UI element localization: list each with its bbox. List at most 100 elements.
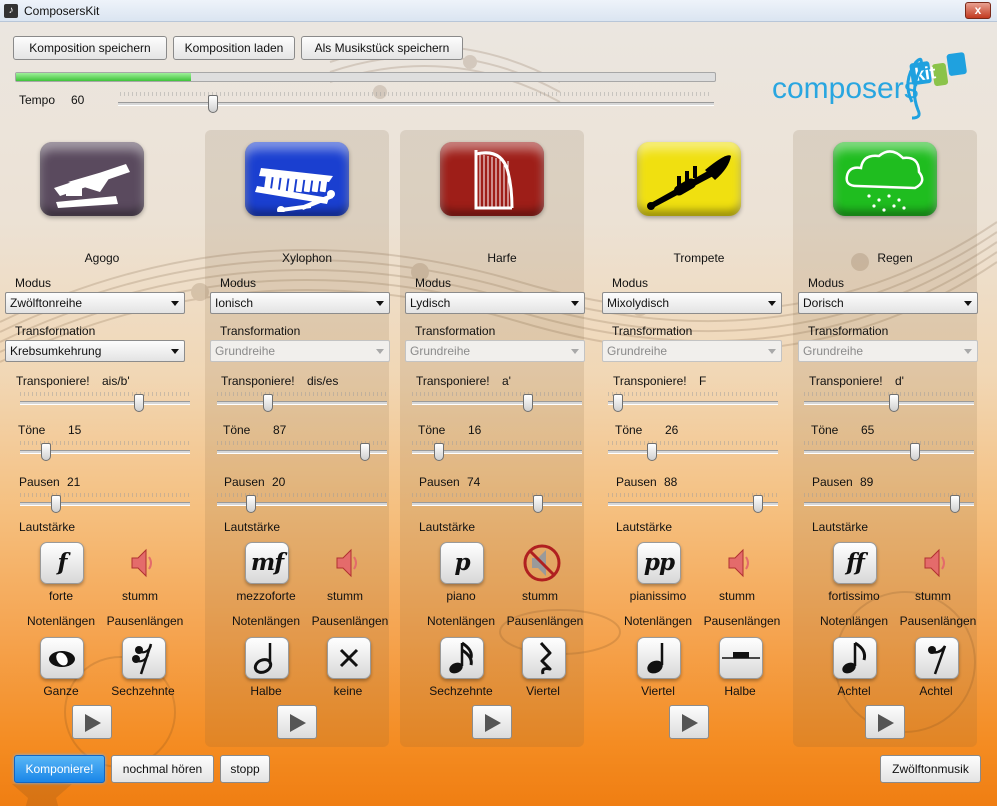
transpose-value: d' xyxy=(895,374,904,388)
tones-slider-thumb[interactable] xyxy=(40,443,51,461)
dynamic-button[interactable]: f xyxy=(40,542,84,584)
compose-button[interactable]: Komponiere! xyxy=(14,755,105,783)
note-length-button[interactable] xyxy=(40,637,84,679)
pause-length-button[interactable] xyxy=(522,637,566,679)
pauses-slider[interactable] xyxy=(20,495,190,513)
pauses-slider[interactable] xyxy=(217,495,387,513)
tones-slider-thumb[interactable] xyxy=(359,443,370,461)
dynamic-button[interactable]: pp xyxy=(637,542,681,584)
dynamic-button[interactable]: p xyxy=(440,542,484,584)
transpose-slider[interactable] xyxy=(804,394,974,412)
play-button[interactable] xyxy=(865,705,905,739)
transpose-value: F xyxy=(699,374,707,388)
pauses-slider-thumb[interactable] xyxy=(246,495,256,513)
instrument-tile[interactable] xyxy=(637,142,741,216)
tones-value: 65 xyxy=(861,423,875,437)
play-button[interactable] xyxy=(472,705,512,739)
note-length-button[interactable] xyxy=(833,637,877,679)
transpose-slider[interactable] xyxy=(608,394,778,412)
transpose-slider[interactable] xyxy=(412,394,582,412)
instrument-tile[interactable] xyxy=(40,142,144,216)
dynamic-symbol: f xyxy=(57,549,68,576)
tones-slider-thumb[interactable] xyxy=(909,443,920,461)
transpose-slider-thumb[interactable] xyxy=(522,394,533,412)
dynamic-button[interactable]: mf xyxy=(245,542,289,584)
pause-length-button[interactable] xyxy=(327,637,371,679)
note-length-button[interactable] xyxy=(440,637,484,679)
mute-label: stumm xyxy=(327,589,363,603)
mode-select-value: Mixolydisch xyxy=(607,296,670,310)
chevron-down-icon xyxy=(964,349,972,354)
tones-slider[interactable] xyxy=(412,443,582,461)
mode-select[interactable]: Dorisch xyxy=(798,292,978,314)
muted-speaker-icon[interactable] xyxy=(520,543,564,583)
transpose-slider[interactable] xyxy=(20,394,190,412)
speaker-icon[interactable] xyxy=(717,543,761,583)
tempo-slider[interactable] xyxy=(118,95,714,113)
twelve-tone-music-button[interactable]: Zwölftonmusik xyxy=(880,755,981,783)
mode-label: Modus xyxy=(220,276,257,290)
tones-slider[interactable] xyxy=(608,443,778,461)
pauses-slider-thumb[interactable] xyxy=(50,495,61,513)
pauses-slider-thumb[interactable] xyxy=(950,495,961,513)
mode-select[interactable]: Zwölftonreihe xyxy=(5,292,185,314)
transpose-slider-thumb[interactable] xyxy=(263,394,273,412)
mode-select[interactable]: Ionisch xyxy=(210,292,390,314)
play-button[interactable] xyxy=(277,705,317,739)
transpose-label: Transponiere! xyxy=(16,374,90,388)
instrument-tile[interactable] xyxy=(833,142,937,216)
transpose-slider[interactable] xyxy=(217,394,387,412)
tones-slider[interactable] xyxy=(804,443,974,461)
note-lengths-label: Notenlängen xyxy=(623,614,693,628)
transpose-value: dis/es xyxy=(307,374,339,388)
note-length-button[interactable] xyxy=(245,637,289,679)
pause-length-button[interactable] xyxy=(122,637,166,679)
play-button[interactable] xyxy=(669,705,709,739)
tones-value: 15 xyxy=(68,423,82,437)
dynamic-button[interactable]: ff xyxy=(833,542,877,584)
mode-select[interactable]: Mixolydisch xyxy=(602,292,782,314)
replay-button[interactable]: nochmal hören xyxy=(111,755,214,783)
dynamic-symbol: ff xyxy=(846,549,865,576)
tones-slider[interactable] xyxy=(20,443,190,461)
pauses-slider[interactable] xyxy=(412,495,582,513)
tones-slider-thumb[interactable] xyxy=(434,443,445,461)
mode-select[interactable]: Lydisch xyxy=(405,292,585,314)
stop-button[interactable]: stopp xyxy=(220,755,270,783)
close-button[interactable]: x xyxy=(965,2,991,19)
transformation-select[interactable]: Krebsumkehrung xyxy=(5,340,185,362)
tones-slider[interactable] xyxy=(217,443,387,461)
tempo-slider-thumb[interactable] xyxy=(208,95,219,113)
play-button[interactable] xyxy=(72,705,112,739)
instrument-name: Xylophon xyxy=(281,251,333,265)
load-composition-button[interactable]: Komposition laden xyxy=(173,36,295,60)
tones-slider-thumb[interactable] xyxy=(647,443,658,461)
tones-value: 16 xyxy=(468,423,482,437)
pauses-slider[interactable] xyxy=(608,495,778,513)
pause-length-button[interactable] xyxy=(915,637,959,679)
pauses-slider-thumb[interactable] xyxy=(532,495,543,513)
pauses-slider[interactable] xyxy=(804,495,974,513)
pause-length-label: Viertel xyxy=(526,684,560,698)
transpose-slider-thumb[interactable] xyxy=(613,394,624,412)
mode-select-value: Dorisch xyxy=(803,296,844,310)
instrument-tile[interactable] xyxy=(440,142,544,216)
volume-label: Lautstärke xyxy=(812,520,869,534)
speaker-icon[interactable] xyxy=(913,543,957,583)
instrument-tile[interactable] xyxy=(245,142,349,216)
save-as-piece-button[interactable]: Als Musikstück speichern xyxy=(301,36,463,60)
note-length-button[interactable] xyxy=(637,637,681,679)
pauses-slider-thumb[interactable] xyxy=(752,495,763,513)
half-rest-icon xyxy=(722,652,760,659)
speaker-icon[interactable] xyxy=(325,543,369,583)
speaker-icon[interactable] xyxy=(120,543,164,583)
window-title: ComposersKit xyxy=(24,4,100,18)
save-composition-button[interactable]: Komposition speichern xyxy=(13,36,167,60)
pause-length-button[interactable] xyxy=(719,637,763,679)
transpose-slider-thumb[interactable] xyxy=(889,394,900,412)
transpose-slider-thumb[interactable] xyxy=(134,394,144,412)
sixteenth-note-icon xyxy=(449,641,473,674)
dynamic-label: pianissimo xyxy=(629,589,687,603)
composerskit-logo: composers kit xyxy=(772,42,972,122)
tones-label: Töne xyxy=(223,423,251,437)
